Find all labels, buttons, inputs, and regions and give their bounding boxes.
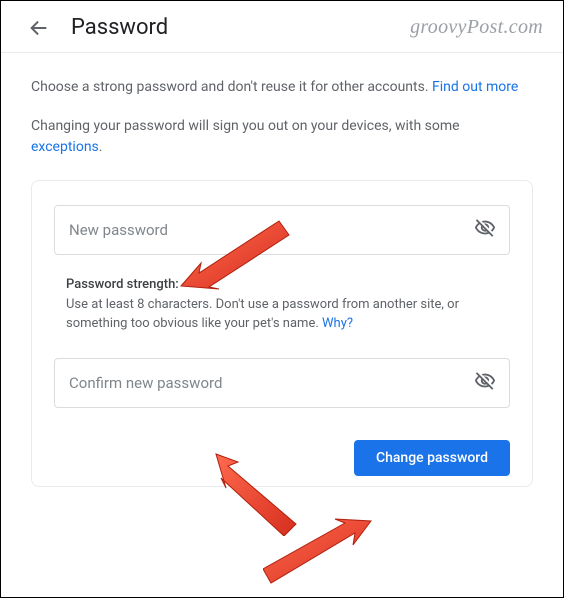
watermark: groovyPost.com (410, 16, 543, 39)
signout-tail: . (99, 139, 103, 155)
signout-main: Changing your password will sign you out… (31, 118, 460, 134)
new-password-input[interactable] (54, 205, 510, 255)
find-out-more-link[interactable]: Find out more (432, 79, 518, 95)
page-title: Password (71, 15, 168, 40)
header: Password groovyPost.com (1, 1, 563, 53)
exceptions-link[interactable]: exceptions (31, 139, 99, 155)
password-strength-text: Use at least 8 characters. Don't use a p… (66, 297, 459, 331)
change-password-button[interactable]: Change password (354, 440, 510, 476)
intro-main: Choose a strong password and don't reuse… (31, 79, 432, 95)
confirm-password-wrap (54, 358, 510, 408)
signout-text: Changing your password will sign you out… (31, 116, 533, 158)
intro-text: Choose a strong password and don't reuse… (31, 77, 533, 98)
why-link[interactable]: Why? (322, 316, 353, 331)
password-strength-help: Use at least 8 characters. Don't use a p… (66, 296, 466, 334)
password-strength-block: Password strength: Use at least 8 charac… (66, 277, 510, 334)
visibility-off-icon[interactable] (474, 370, 496, 396)
back-arrow-icon[interactable] (27, 16, 51, 40)
password-card: Password strength: Use at least 8 charac… (31, 180, 533, 487)
header-left: Password (27, 15, 168, 40)
content: Choose a strong password and don't reuse… (1, 53, 563, 497)
visibility-off-icon[interactable] (474, 217, 496, 243)
new-password-wrap (54, 205, 510, 255)
annotation-arrow-3 (263, 511, 383, 596)
password-strength-label: Password strength: (66, 277, 510, 292)
actions-row: Change password (54, 430, 510, 476)
confirm-password-input[interactable] (54, 358, 510, 408)
